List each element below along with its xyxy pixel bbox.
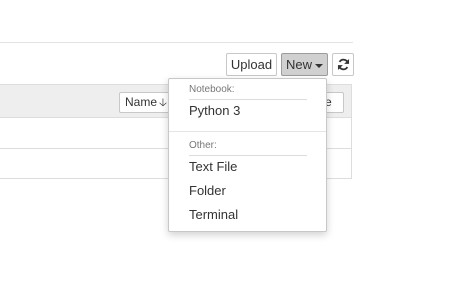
other-header-rule (189, 155, 307, 156)
sort-by-name-button[interactable]: Name 🡣 (119, 92, 173, 113)
new-button-label: New (285, 57, 312, 72)
refresh-button[interactable] (332, 53, 354, 76)
menu-item-python-3[interactable]: Python 3 (189, 101, 309, 121)
menu-item-text-file[interactable]: Text File (189, 157, 309, 177)
caret-down-icon (315, 63, 323, 68)
new-button[interactable]: New (281, 53, 328, 76)
menu-divider (169, 131, 326, 132)
refresh-icon (337, 58, 350, 71)
menu-item-folder[interactable]: Folder (189, 181, 309, 201)
notebook-section-header: Notebook: (189, 84, 235, 95)
notebook-header-rule (189, 99, 307, 100)
header-divider (0, 42, 353, 43)
new-dropdown-menu: Notebook: Python 3 Other: Text File Fold… (168, 78, 327, 232)
sort-by-name-label: Name (125, 95, 158, 109)
upload-button[interactable]: Upload (226, 53, 277, 76)
other-section-header: Other: (189, 140, 217, 151)
upload-button-label: Upload (230, 57, 273, 72)
arrow-down-icon: 🡣 (159, 97, 167, 109)
menu-item-terminal[interactable]: Terminal (189, 205, 309, 225)
